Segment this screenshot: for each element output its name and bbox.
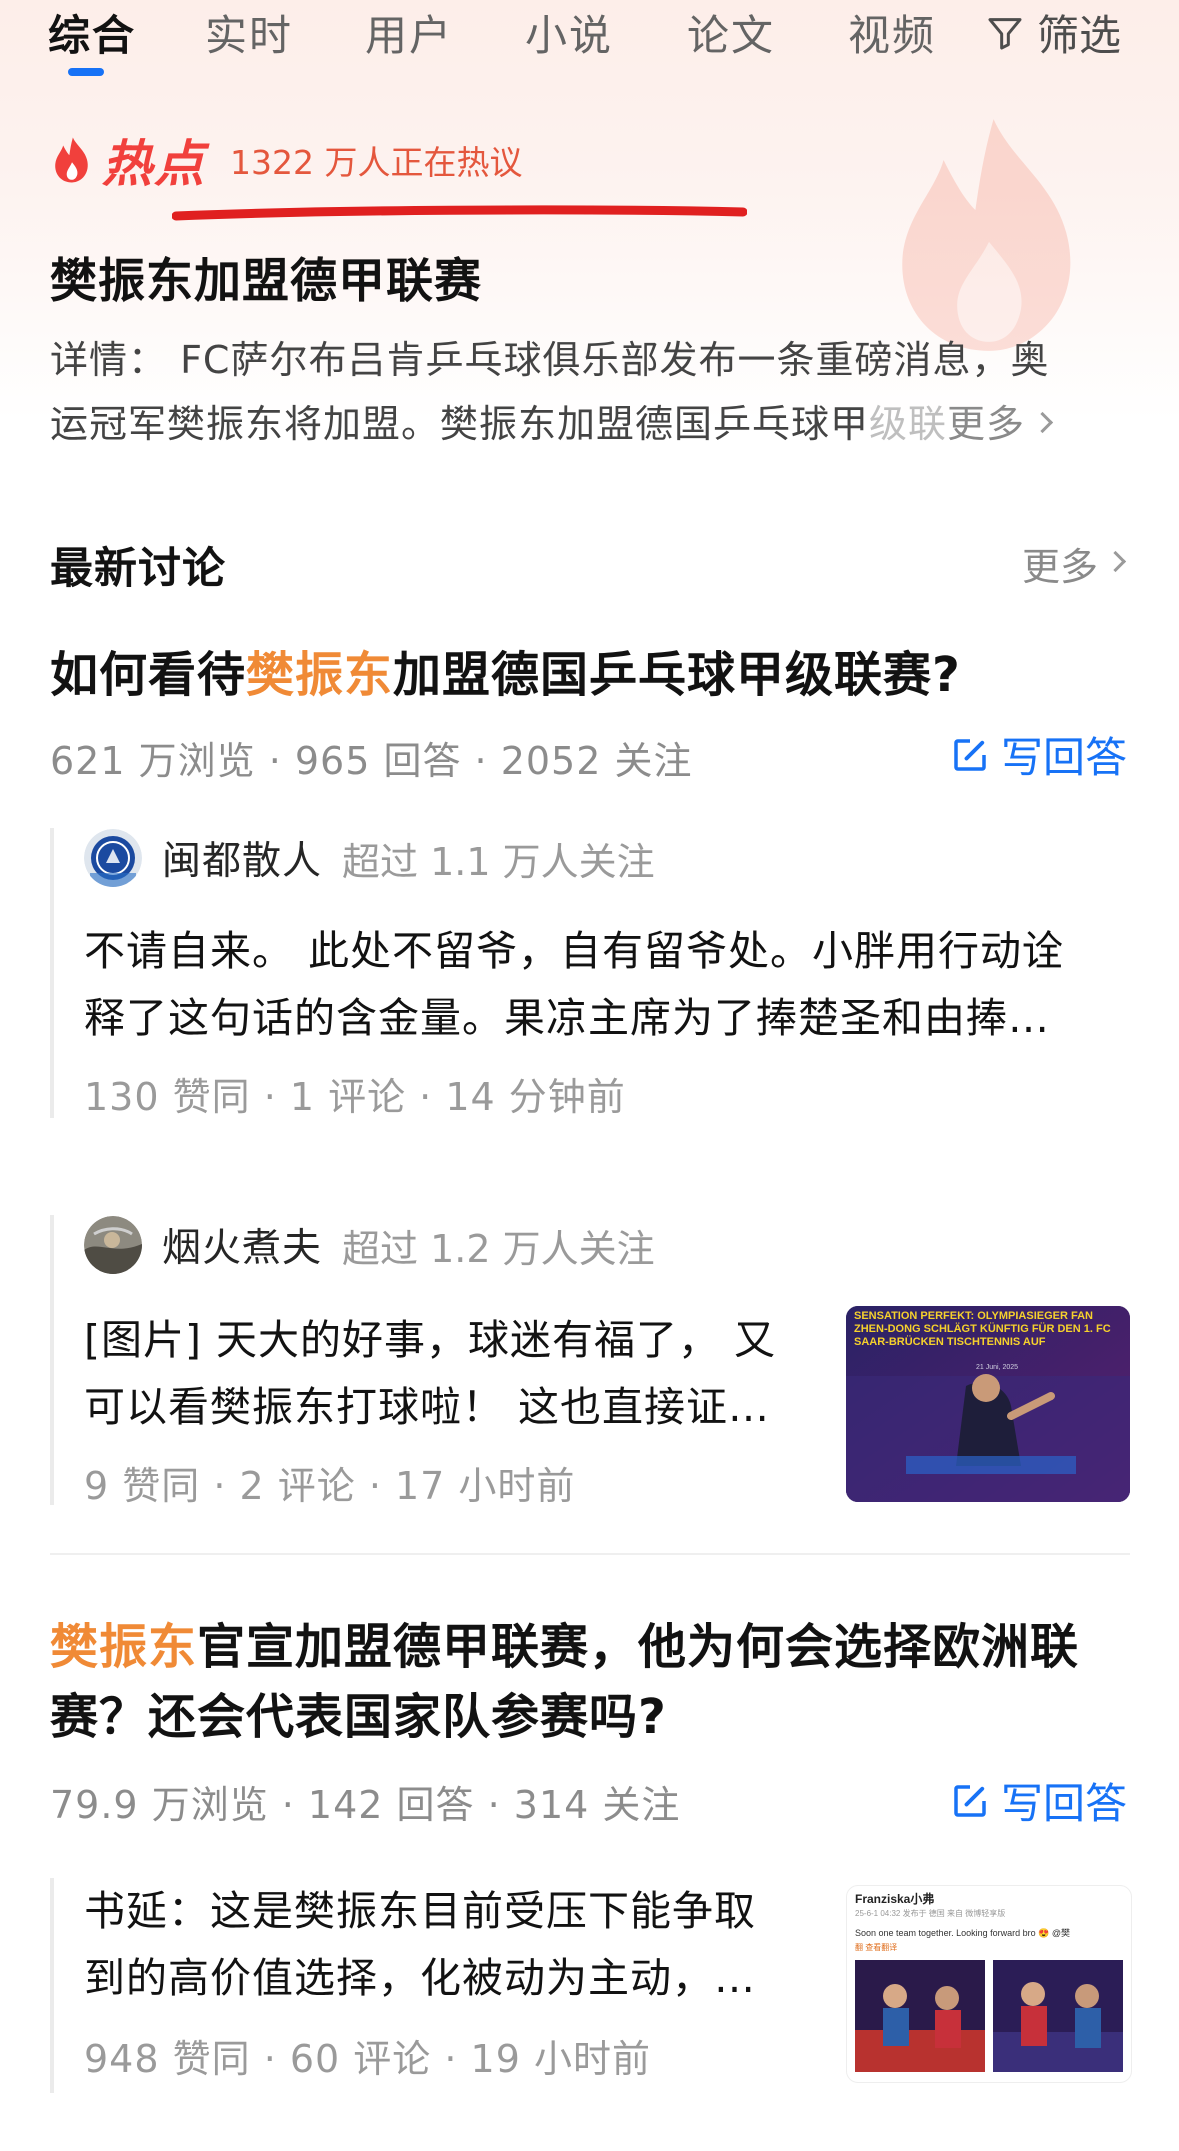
tab-comprehensive[interactable]: 综合 [48,2,136,63]
answer-author-row: 烟火煮夫 超过 1.2 万人关注 [84,1215,655,1275]
answer-line: 到的高价值选择，化被动为主动，… [84,1954,756,2002]
question-title[interactable]: 如何看待樊振东加盟德国乒乓球甲级联赛? [50,640,1140,710]
tab-bar: 综合 实时 用户 小说 论文 视频 筛选 [0,0,1179,80]
chevron-right-icon [1031,411,1054,433]
thumbnail-translate: 翻 查看翻译 [855,1943,898,1952]
answer-line: 不请自来。 此处不留爷，自有留爷处。小胖用行动诠 [84,927,1065,975]
latest-discussion-title: 最新讨论 [50,544,226,594]
avatar-photo-icon [84,1216,142,1274]
detail-more-link[interactable]: 更多 [947,392,1025,456]
answer-line: [图片] 天大的好事，球迷有福了， 又 [84,1316,777,1364]
detail-line-2: 运冠军樊振东将加盟。樊振东加盟德国乒乓球甲 [50,402,870,446]
hot-label: 热点 [102,135,206,193]
filter-button[interactable]: 筛选 [985,2,1121,63]
question-title-highlight: 樊振东 [50,1619,198,1675]
answer-line: 释了这句话的含金量。果凉主席为了捧楚圣和由捧… [84,994,1050,1042]
thumbnail-username: Franziska小弗 [855,1892,935,1906]
section-divider [50,1553,1130,1555]
thumbnail-date: 21 Juni, 2025 [976,1364,1019,1371]
latest-more-label: 更多 [1021,545,1098,589]
author-followers: 超过 1.2 万人关注 [342,1226,655,1271]
hot-topic-title[interactable]: 樊振东加盟德甲联赛 [50,242,482,311]
author-avatar[interactable] [84,829,142,887]
edit-pencil-icon [954,1784,986,1817]
question-stats: 79.9 万浏览 · 142 回答 · 314 关注 [50,1783,681,1827]
question-title-text: 赛？还会代表国家队参赛吗? [50,1689,667,1745]
answer-stats: 948 赞同 · 60 评论 · 19 小时前 [84,2037,651,2081]
hot-header: 热点 1322 万人正在热议 [50,130,523,193]
author-avatar[interactable] [84,1216,142,1274]
thumbnail-post-text: Soon one team together. Looking forward … [855,1928,1070,1938]
question-stats: 621 万浏览 · 965 回答 · 2052 关注 [50,739,693,783]
answer-line: 书延：这是樊振东目前受压下能争取 [84,1887,756,1935]
tab-papers[interactable]: 论文 [687,2,775,63]
tab-users[interactable]: 用户 [365,2,453,63]
detail-faded-text: 级联 [869,402,948,446]
answer-excerpt: 不请自来。 此处不留爷，自有留爷处。小胖用行动诠 释了这句话的含金量。果凉主席为… [84,918,1134,1052]
question-title-highlight: 樊振东 [246,647,394,703]
question-title-text: 如何看待 [50,647,247,703]
answer-author-row: 闽都散人 超过 1.1 万人关注 [84,828,655,888]
author-followers: 超过 1.1 万人关注 [342,839,655,884]
tab-realtime[interactable]: 实时 [205,2,293,63]
thumbnail-photos [855,1960,1123,2072]
question-title[interactable]: 樊振东官宣加盟德甲联赛，他为何会选择欧洲联 赛？还会代表国家队参赛吗? [50,1612,1140,1752]
active-tab-indicator [68,68,104,76]
red-underline-annotation [172,205,747,221]
answer-thumbnail[interactable]: SENSATION PERFEKT: OLYMPIASIEGER FAN ZHE… [846,1306,1130,1502]
detail-line-1: 详情： FC萨尔布吕肯乒乓球俱乐部发布一条重磅消息，奥 [50,338,1050,382]
thumbnail-subline: 25-6-1 04:32 发布于 德国 来自 微博轻享版 [855,1909,1006,1918]
flame-watermark-icon [902,119,1071,351]
write-answer-label: 写回答 [1000,1779,1127,1828]
filter-funnel-icon [988,17,1022,49]
question-title-text: 加盟德国乒乓球甲级联赛? [393,647,961,703]
hot-discussion-count: 1322 万人正在热议 [230,143,523,182]
answer-stats: 130 赞同 · 1 评论 · 14 分钟前 [84,1075,626,1119]
answer-line: 可以看樊振东打球啦！ 这也直接证… [84,1383,771,1431]
question-title-text: 官宣加盟德甲联赛，他为何会选择欧洲联 [197,1619,1080,1675]
edit-pencil-icon [954,738,986,771]
hot-flame-icon [55,137,88,183]
answer-thumbnail[interactable]: Franziska小弗 25-6-1 04:32 发布于 德国 来自 微博轻享版… [846,1885,1132,2083]
answer-card[interactable]: 闽都散人 超过 1.1 万人关注 不请自来。 此处不留爷，自有留爷处。小胖用行动… [50,828,1134,1119]
answer-excerpt: 书延：这是樊振东目前受压下能争取 到的高价值选择，化被动为主动，… [84,1878,844,2012]
chelsea-badge-icon [84,829,142,887]
write-answer-label: 写回答 [1000,733,1127,782]
chevron-right-icon [1104,550,1127,573]
hot-topic-detail[interactable]: 详情： FC萨尔布吕肯乒乓球俱乐部发布一条重磅消息，奥 运冠军樊振东将加盟。樊振… [50,328,1130,456]
author-name[interactable]: 烟火煮夫 [162,1217,322,1273]
write-answer-button[interactable]: 写回答 [949,724,1127,785]
write-answer-button[interactable]: 写回答 [949,1770,1127,1831]
filter-label: 筛选 [1037,11,1122,60]
thumbnail-heading: SENSATION PERFEKT: OLYMPIASIEGER FAN ZHE… [854,1310,1111,1348]
answer-excerpt: [图片] 天大的好事，球迷有福了， 又 可以看樊振东打球啦！ 这也直接证… [84,1307,844,1441]
tab-novels[interactable]: 小说 [525,2,613,63]
latest-more-button[interactable]: 更多 [1021,536,1127,591]
answer-stats: 9 赞同 · 2 评论 · 17 小时前 [84,1464,576,1508]
tab-videos[interactable]: 视频 [848,2,936,63]
author-name[interactable]: 闽都散人 [162,830,322,886]
